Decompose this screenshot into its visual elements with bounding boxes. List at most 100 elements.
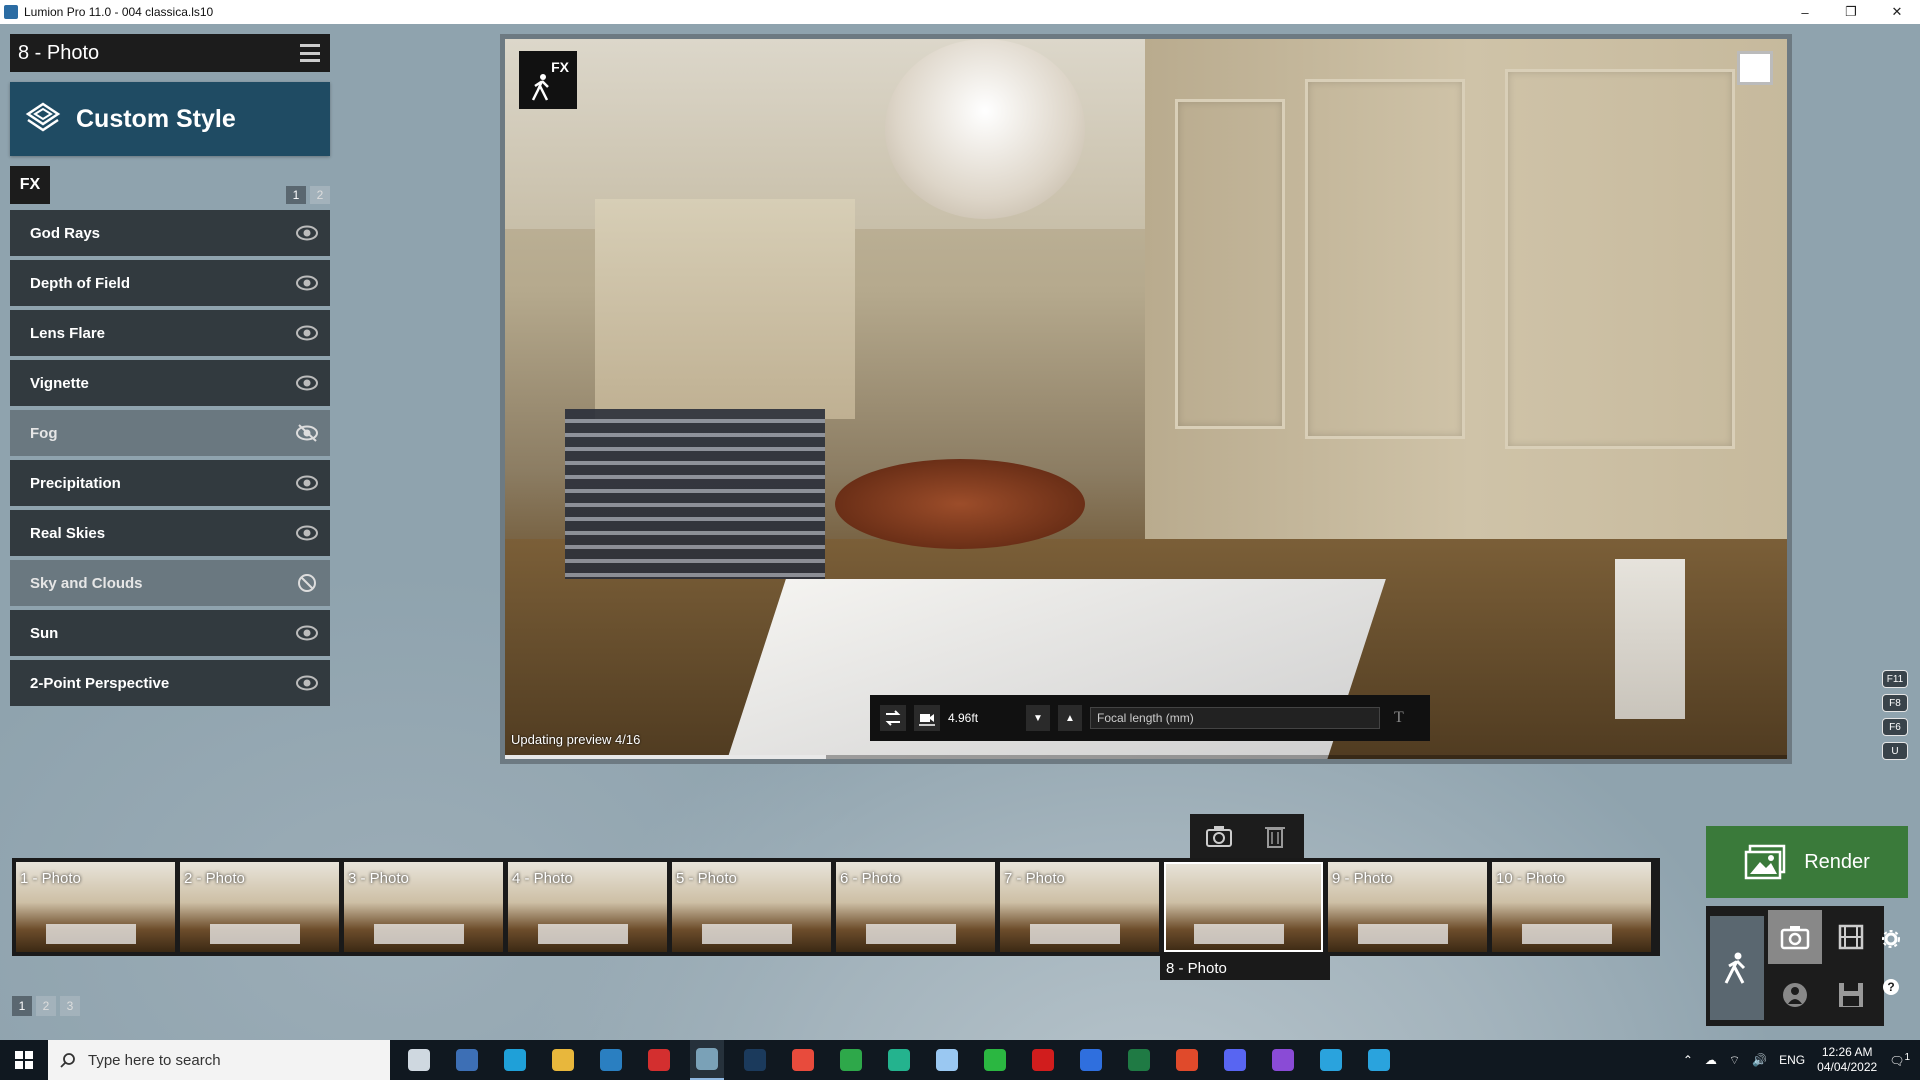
todo-taskbar-icon[interactable] bbox=[1074, 1040, 1108, 1080]
app-files-icon bbox=[936, 1049, 958, 1071]
podcast-taskbar-icon[interactable] bbox=[1266, 1040, 1300, 1080]
photo-thumbnail-9[interactable]: 9 - Photo bbox=[1328, 862, 1487, 952]
restore-button[interactable]: ❐ bbox=[1828, 0, 1874, 24]
shortcut-f11[interactable]: F11 bbox=[1882, 670, 1908, 688]
acrobat-icon bbox=[648, 1049, 670, 1071]
photo-thumbnail-8-selected[interactable] bbox=[1164, 862, 1323, 952]
effect-sky-and-clouds[interactable]: Sky and Clouds bbox=[10, 560, 330, 606]
focal-length-field[interactable]: Focal length (mm) bbox=[1090, 707, 1380, 729]
clock[interactable]: 12:26 AM 04/04/2022 bbox=[1817, 1045, 1877, 1075]
task-view-taskbar-icon[interactable] bbox=[402, 1040, 436, 1080]
eye-icon[interactable] bbox=[296, 673, 318, 693]
telegram-taskbar-icon[interactable] bbox=[1314, 1040, 1348, 1080]
render-viewport[interactable]: FX Updating preview 4/16 4.96ft ▼ ▲ Foca… bbox=[500, 34, 1792, 764]
photo-thumbnail-3[interactable]: 3 - Photo bbox=[344, 862, 503, 952]
chrome-2-taskbar-icon[interactable] bbox=[834, 1040, 868, 1080]
opera-taskbar-icon[interactable] bbox=[1026, 1040, 1060, 1080]
whatsapp-taskbar-icon[interactable] bbox=[978, 1040, 1012, 1080]
fx-mode-badge[interactable]: FX bbox=[519, 51, 577, 109]
photo-thumbnail-4[interactable]: 4 - Photo bbox=[508, 862, 667, 952]
effect-god-rays[interactable]: God Rays bbox=[10, 210, 330, 256]
aspect-frame-button[interactable] bbox=[1737, 51, 1773, 85]
effect-vignette[interactable]: Vignette bbox=[10, 360, 330, 406]
effect-precipitation[interactable]: Precipitation bbox=[10, 460, 330, 506]
eye-off-icon[interactable] bbox=[296, 423, 318, 443]
360-panorama-button[interactable] bbox=[1768, 968, 1822, 1022]
start-button[interactable] bbox=[0, 1040, 48, 1080]
photoshop-taskbar-icon[interactable] bbox=[738, 1040, 772, 1080]
eye-icon[interactable] bbox=[296, 323, 318, 343]
app-files-taskbar-icon[interactable] bbox=[930, 1040, 964, 1080]
eye-icon[interactable] bbox=[296, 623, 318, 643]
file-explorer-taskbar-icon[interactable] bbox=[546, 1040, 580, 1080]
height-increase-button[interactable]: ▲ bbox=[1058, 705, 1082, 731]
app-map-taskbar-icon[interactable] bbox=[882, 1040, 916, 1080]
disabled-icon[interactable] bbox=[296, 573, 318, 593]
edge-taskbar-icon[interactable] bbox=[498, 1040, 532, 1080]
movie-mode-button[interactable] bbox=[1824, 910, 1878, 964]
shortcut-f6[interactable]: F6 bbox=[1882, 718, 1908, 736]
take-photo-icon[interactable] bbox=[1205, 824, 1233, 848]
grammarly-taskbar-icon[interactable] bbox=[1170, 1040, 1204, 1080]
photo-mode-button[interactable] bbox=[1768, 910, 1822, 964]
shortcut-f8[interactable]: F8 bbox=[1882, 694, 1908, 712]
effect-lens-flare[interactable]: Lens Flare bbox=[10, 310, 330, 356]
notification-icon[interactable]: 🗨1 bbox=[1889, 1052, 1910, 1068]
fx-tab[interactable]: FX bbox=[10, 166, 50, 204]
shortcut-u[interactable]: U bbox=[1882, 742, 1908, 760]
calculator-taskbar-icon[interactable] bbox=[450, 1040, 484, 1080]
photo-thumbnail-5[interactable]: 5 - Photo bbox=[672, 862, 831, 952]
render-button[interactable]: Render bbox=[1706, 826, 1908, 898]
photo-thumbnail-6[interactable]: 6 - Photo bbox=[836, 862, 995, 952]
effects-page-1[interactable]: 1 bbox=[286, 186, 306, 204]
language-indicator[interactable]: ENG bbox=[1779, 1053, 1805, 1067]
camera-height-icon[interactable] bbox=[914, 705, 940, 731]
chevron-up-icon[interactable]: ⌃ bbox=[1683, 1053, 1693, 1067]
chrome-taskbar-icon[interactable] bbox=[786, 1040, 820, 1080]
photo-tools bbox=[1190, 814, 1304, 858]
gear-icon[interactable] bbox=[1882, 930, 1900, 948]
strip-page-1[interactable]: 1 bbox=[12, 996, 32, 1016]
taskbar-search[interactable]: Type here to search bbox=[48, 1040, 390, 1080]
text-icon[interactable]: T bbox=[1394, 709, 1404, 727]
lumion-taskbar-icon[interactable] bbox=[690, 1040, 724, 1080]
eye-icon[interactable] bbox=[296, 523, 318, 543]
volume-icon[interactable]: 🔊 bbox=[1752, 1053, 1767, 1067]
effect-fog[interactable]: Fog bbox=[10, 410, 330, 456]
eye-icon[interactable] bbox=[296, 373, 318, 393]
help-icon[interactable]: ? bbox=[1882, 978, 1900, 996]
effects-page-2[interactable]: 2 bbox=[310, 186, 330, 204]
minimize-button[interactable]: – bbox=[1782, 0, 1828, 24]
strip-page-2[interactable]: 2 bbox=[36, 996, 56, 1016]
effect-sun[interactable]: Sun bbox=[10, 610, 330, 656]
effect-2-point-perspective[interactable]: 2-Point Perspective bbox=[10, 660, 330, 706]
excel-taskbar-icon[interactable] bbox=[1122, 1040, 1156, 1080]
close-button[interactable]: ✕ bbox=[1874, 0, 1920, 24]
delete-photo-icon[interactable] bbox=[1262, 823, 1290, 849]
cloud-icon[interactable]: ☁ bbox=[1705, 1053, 1717, 1067]
chrome-2-icon bbox=[840, 1049, 862, 1071]
discord-taskbar-icon[interactable] bbox=[1218, 1040, 1252, 1080]
wifi-icon[interactable]: ⌔ bbox=[1729, 1053, 1740, 1068]
eye-icon[interactable] bbox=[296, 473, 318, 493]
camera-height-value[interactable]: 4.96ft bbox=[948, 711, 1018, 725]
photo-thumbnail-10[interactable]: 10 - Photo bbox=[1492, 862, 1651, 952]
photo-thumbnail-2[interactable]: 2 - Photo bbox=[180, 862, 339, 952]
strip-page-3[interactable]: 3 bbox=[60, 996, 80, 1016]
eye-icon[interactable] bbox=[296, 273, 318, 293]
eye-icon[interactable] bbox=[296, 223, 318, 243]
telegram-2-taskbar-icon[interactable] bbox=[1362, 1040, 1396, 1080]
height-decrease-button[interactable]: ▼ bbox=[1026, 705, 1050, 731]
swap-arrows-icon[interactable] bbox=[880, 705, 906, 731]
hamburger-menu-icon[interactable] bbox=[300, 44, 320, 62]
save-button[interactable] bbox=[1824, 968, 1878, 1022]
build-mode-button[interactable] bbox=[1710, 916, 1764, 1020]
effect-real-skies[interactable]: Real Skies bbox=[10, 510, 330, 556]
custom-style-button[interactable]: Custom Style bbox=[10, 82, 330, 156]
photo-thumbnail-1[interactable]: 1 - Photo bbox=[16, 862, 175, 952]
photo-thumbnail-7[interactable]: 7 - Photo bbox=[1000, 862, 1159, 952]
acrobat-taskbar-icon[interactable] bbox=[642, 1040, 676, 1080]
effect-depth-of-field[interactable]: Depth of Field bbox=[10, 260, 330, 306]
app-s-taskbar-icon[interactable] bbox=[594, 1040, 628, 1080]
calculator-icon bbox=[456, 1049, 478, 1071]
